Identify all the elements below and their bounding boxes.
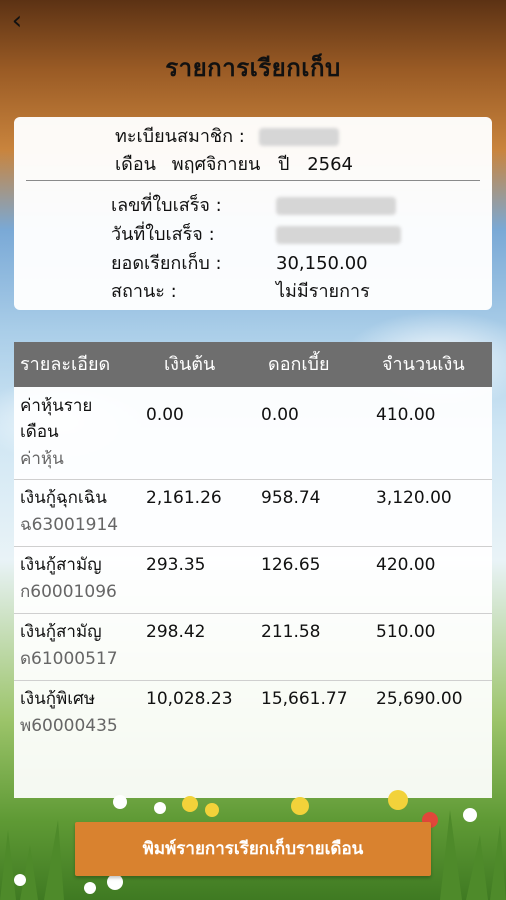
divider [26,180,480,181]
member-id-label: ทะเบียนสมาชิก : [115,126,245,147]
row-principal: 2,161.26 [146,488,222,508]
row-amount: 510.00 [376,622,436,642]
month-value: พฤศจิกายน [171,154,261,175]
page-title: รายการเรียกเก็บ [165,54,341,82]
row-code: พ60000435 [20,716,118,736]
row-principal: 293.35 [146,555,206,575]
year-label: ปี [278,154,290,175]
row-interest: 0.00 [261,405,299,425]
column-header-amount: จำนวนเงิน [382,354,465,375]
column-header-interest: ดอกเบี้ย [268,354,330,375]
row-name-cont: เดือน [20,422,59,442]
row-interest: 126.65 [261,555,321,575]
row-amount: 410.00 [376,405,436,425]
row-name: เงินกู้สามัญ [20,622,102,642]
table-row: ค่าหุ้นราย เดือน ค่าหุ้น 0.00 0.00 410.0… [14,387,492,480]
member-id-row: ทะเบียนสมาชิก : [115,125,339,149]
row-principal: 298.42 [146,622,206,642]
receipt-no-value-redacted [276,197,396,215]
table-row: เงินกู้สามัญ ก60001096 293.35 126.65 420… [14,546,492,614]
receipt-no-label: เลขที่ใบเสร็จ : [111,195,222,216]
row-name: เงินกู้พิเศษ [20,689,96,709]
column-header-detail: รายละเอียด [20,354,111,375]
receipt-date-value-redacted [276,226,401,244]
status-label: สถานะ : [111,281,177,302]
row-amount: 420.00 [376,555,436,575]
total-label: ยอดเรียกเก็บ : [111,253,222,274]
row-principal: 10,028.23 [146,689,233,709]
row-interest: 958.74 [261,488,321,508]
member-info-card: ทะเบียนสมาชิก : เดือน พฤศจิกายน ปี 2564 … [14,117,492,310]
table-row: เงินกู้สามัญ ด61000517 298.42 211.58 510… [14,613,492,681]
row-name: ค่าหุ้นราย [20,396,93,416]
total-value: 30,150.00 [276,253,368,274]
receipt-date-label: วันที่ใบเสร็จ : [111,224,215,245]
table-row: เงินกู้พิเศษ พ60000435 10,028.23 15,661.… [14,680,492,747]
print-monthly-billing-button[interactable]: พิมพ์รายการเรียกเก็บรายเดือน [75,822,431,876]
row-amount: 3,120.00 [376,488,452,508]
row-principal: 0.00 [146,405,184,425]
row-code: ก60001096 [20,582,117,602]
chevron-left-icon: ‹ [11,6,23,36]
row-code: ฉ63001914 [20,515,119,535]
year-value: 2564 [307,154,354,175]
billing-table: รายละเอียด เงินต้น ดอกเบี้ย จำนวนเงิน ค่… [14,342,492,798]
row-code: ด61000517 [20,649,118,669]
period-row: เดือน พฤศจิกายน ปี 2564 [115,153,353,177]
member-id-value-redacted [258,128,339,146]
month-label: เดือน [115,154,156,175]
header: ‹ รายการเรียกเก็บ [0,0,506,115]
row-code: ค่าหุ้น [20,449,64,469]
back-button[interactable]: ‹ [6,6,28,36]
row-interest: 15,661.77 [261,689,348,709]
table-row: เงินกู้ฉุกเฉิน ฉ63001914 2,161.26 958.74… [14,479,492,547]
row-interest: 211.58 [261,622,321,642]
table-header: รายละเอียด เงินต้น ดอกเบี้ย จำนวนเงิน [14,342,492,387]
row-amount: 25,690.00 [376,689,463,709]
column-header-principal: เงินต้น [164,354,216,375]
row-name: เงินกู้ฉุกเฉิน [20,488,107,508]
row-name: เงินกู้สามัญ [20,555,102,575]
status-value: ไม่มีรายการ [276,281,370,302]
